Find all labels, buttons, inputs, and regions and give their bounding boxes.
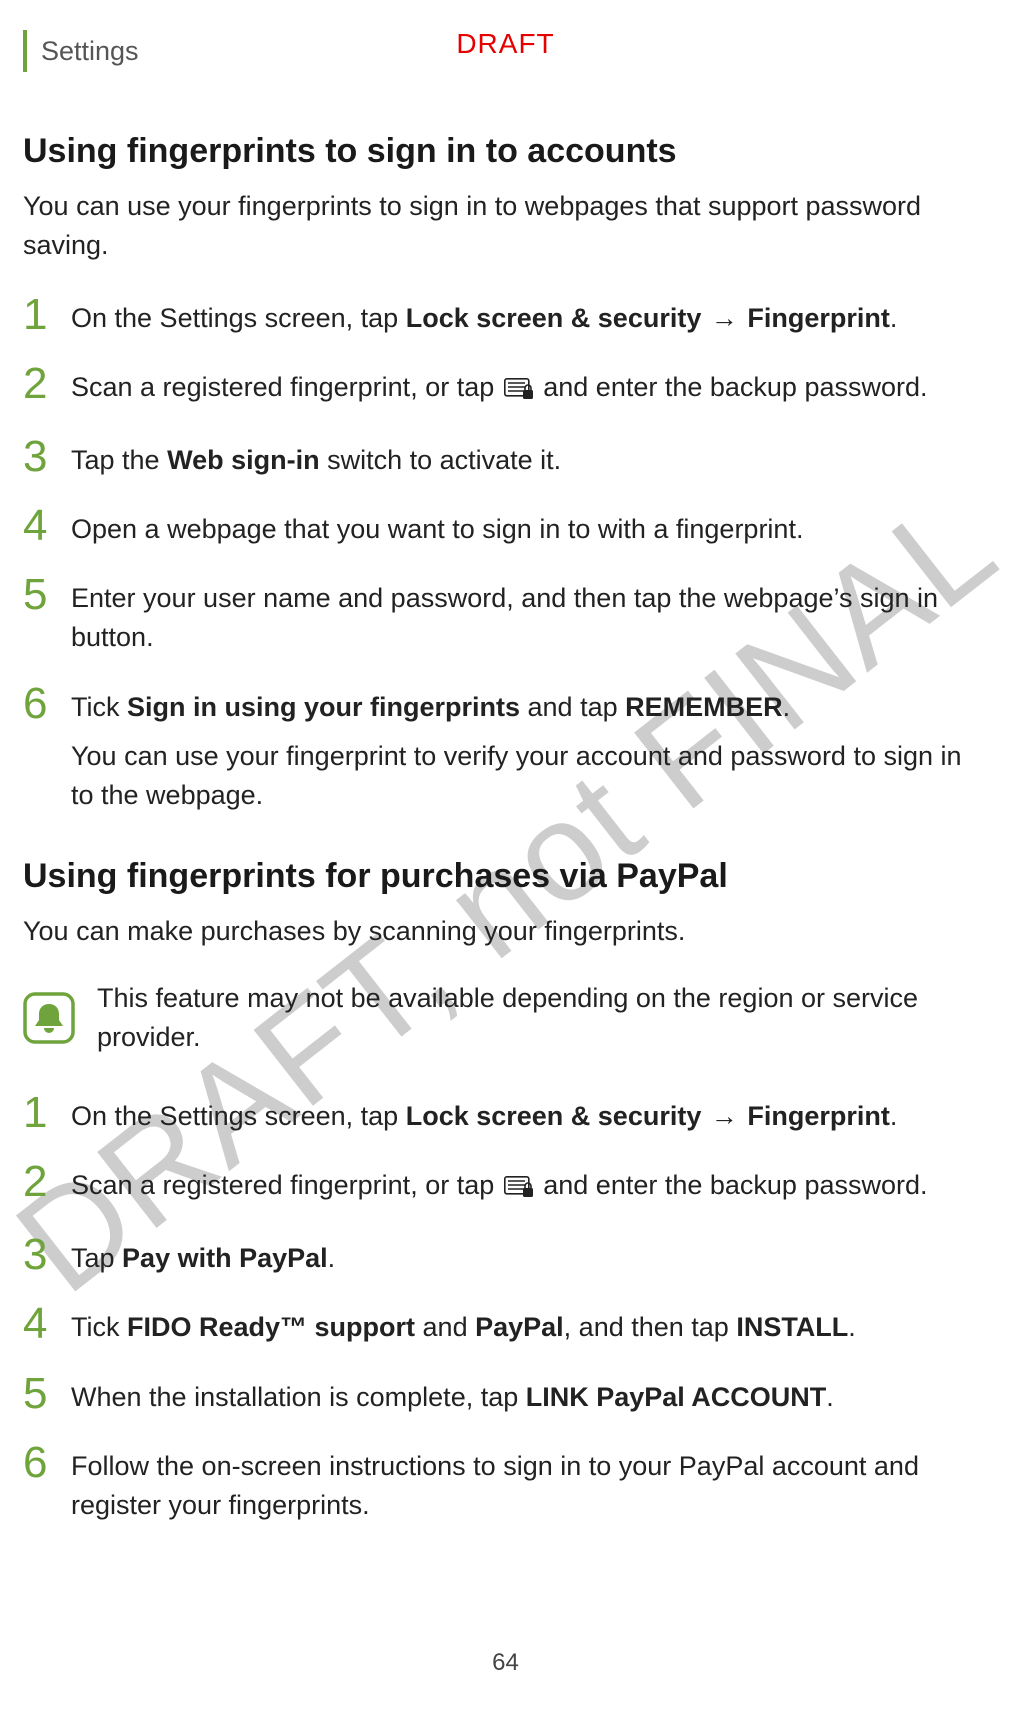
text-run: , and then tap — [564, 1312, 737, 1342]
list-item: 6 Follow the on-screen instructions to s… — [23, 1441, 988, 1525]
step-number: 5 — [23, 1372, 71, 1416]
content-area: Using fingerprints to sign in to account… — [23, 130, 988, 1565]
text-run: When the installation is complete, tap — [71, 1382, 526, 1412]
text-run: Tick — [71, 1312, 127, 1342]
section1-title: Using fingerprints to sign in to account… — [23, 130, 988, 173]
section1-intro: You can use your fingerprints to sign in… — [23, 187, 988, 265]
text-run: . — [890, 303, 898, 333]
step-body: On the Settings screen, tap Lock screen … — [71, 1091, 897, 1136]
step-number: 1 — [23, 293, 71, 337]
step-body: Tick FIDO Ready™ support and PayPal, and… — [71, 1302, 856, 1347]
page-number: 64 — [0, 1649, 1011, 1677]
list-item: 3 Tap Pay with PayPal. — [23, 1233, 988, 1278]
list-item: 2 Scan a registered fingerprint, or tap — [23, 1160, 988, 1209]
text-run: . — [783, 692, 791, 722]
keyboard-lock-icon — [504, 1170, 534, 1209]
note-text: This feature may not be available depend… — [97, 979, 988, 1057]
text-run: Scan a registered fingerprint, or tap — [71, 1170, 502, 1200]
bell-note-icon — [23, 992, 75, 1044]
step-number: 4 — [23, 1302, 71, 1346]
step-body: Follow the on-screen instructions to sig… — [71, 1441, 988, 1525]
note-row: This feature may not be available depend… — [23, 979, 988, 1057]
arrow-text: → — [703, 303, 745, 333]
step-body: Tick Sign in using your fingerprints and… — [71, 682, 988, 815]
list-item: 5 Enter your user name and password, and… — [23, 573, 988, 657]
text-run: Tap the — [71, 445, 167, 475]
step-number: 3 — [23, 1233, 71, 1277]
text-bold: INSTALL — [736, 1312, 848, 1342]
keyboard-lock-icon — [504, 372, 534, 411]
text-run: switch to activate it. — [320, 445, 562, 475]
text-run: Scan a registered fingerprint, or tap — [71, 372, 502, 402]
text-run: On the Settings screen, tap — [71, 1101, 406, 1131]
step-number: 3 — [23, 435, 71, 479]
text-bold: Fingerprint — [747, 1101, 890, 1131]
text-run: and enter the backup password. — [543, 1170, 927, 1200]
document-page: Settings DRAFT DRAFT, not FINAL Using fi… — [0, 0, 1011, 1719]
list-item: 1 On the Settings screen, tap Lock scree… — [23, 293, 988, 338]
list-item: 6 Tick Sign in using your fingerprints a… — [23, 682, 988, 815]
text-bold: Lock screen & security — [406, 303, 702, 333]
list-item: 3 Tap the Web sign-in switch to activate… — [23, 435, 988, 480]
step-body: Scan a registered fingerprint, or tap an… — [71, 362, 928, 411]
step-number: 6 — [23, 682, 71, 726]
step-body: Tap the Web sign-in switch to activate i… — [71, 435, 561, 480]
step-subtext: You can use your fingerprint to verify y… — [71, 737, 988, 815]
step-body: Tap Pay with PayPal. — [71, 1233, 335, 1278]
section2-steps: 1 On the Settings screen, tap Lock scree… — [23, 1091, 988, 1525]
section2-intro: You can make purchases by scanning your … — [23, 912, 988, 951]
list-item: 4 Open a webpage that you want to sign i… — [23, 504, 988, 549]
text-run: . — [848, 1312, 856, 1342]
list-item: 2 Scan a registered fingerprint, or tap — [23, 362, 988, 411]
list-item: 4 Tick FIDO Ready™ support and PayPal, a… — [23, 1302, 988, 1347]
step-number: 6 — [23, 1441, 71, 1485]
text-run: Tap — [71, 1243, 122, 1273]
step-number: 4 — [23, 504, 71, 548]
text-bold: Web sign-in — [167, 445, 320, 475]
section2-title: Using fingerprints for purchases via Pay… — [23, 855, 988, 898]
step-body: Enter your user name and password, and t… — [71, 573, 988, 657]
text-run: and enter the backup password. — [543, 372, 927, 402]
text-bold: Fingerprint — [747, 303, 890, 333]
list-item: 5 When the installation is complete, tap… — [23, 1372, 988, 1417]
step-number: 1 — [23, 1091, 71, 1135]
step-body: Scan a registered fingerprint, or tap an… — [71, 1160, 928, 1209]
step-number: 2 — [23, 1160, 71, 1204]
text-run: On the Settings screen, tap — [71, 303, 406, 333]
text-run: . — [890, 1101, 898, 1131]
text-run: Tick — [71, 692, 127, 722]
text-run: . — [328, 1243, 336, 1273]
draft-label-top: DRAFT — [0, 28, 1011, 60]
text-bold: Sign in using your fingerprints — [127, 692, 520, 722]
text-bold: Pay with PayPal — [122, 1243, 328, 1273]
section1-steps: 1 On the Settings screen, tap Lock scree… — [23, 293, 988, 815]
text-bold: REMEMBER — [625, 692, 783, 722]
text-run: and — [415, 1312, 475, 1342]
text-bold: FIDO Ready™ support — [127, 1312, 415, 1342]
text-run: and tap — [520, 692, 625, 722]
step-body: When the installation is complete, tap L… — [71, 1372, 834, 1417]
step-body: On the Settings screen, tap Lock screen … — [71, 293, 897, 338]
text-bold: PayPal — [475, 1312, 564, 1342]
text-bold: Lock screen & security — [406, 1101, 702, 1131]
text-bold: LINK PayPal ACCOUNT — [526, 1382, 827, 1412]
arrow-text: → — [703, 1101, 745, 1131]
list-item: 1 On the Settings screen, tap Lock scree… — [23, 1091, 988, 1136]
text-run: . — [826, 1382, 834, 1412]
step-number: 5 — [23, 573, 71, 617]
step-body: Open a webpage that you want to sign in … — [71, 504, 803, 549]
step-number: 2 — [23, 362, 71, 406]
